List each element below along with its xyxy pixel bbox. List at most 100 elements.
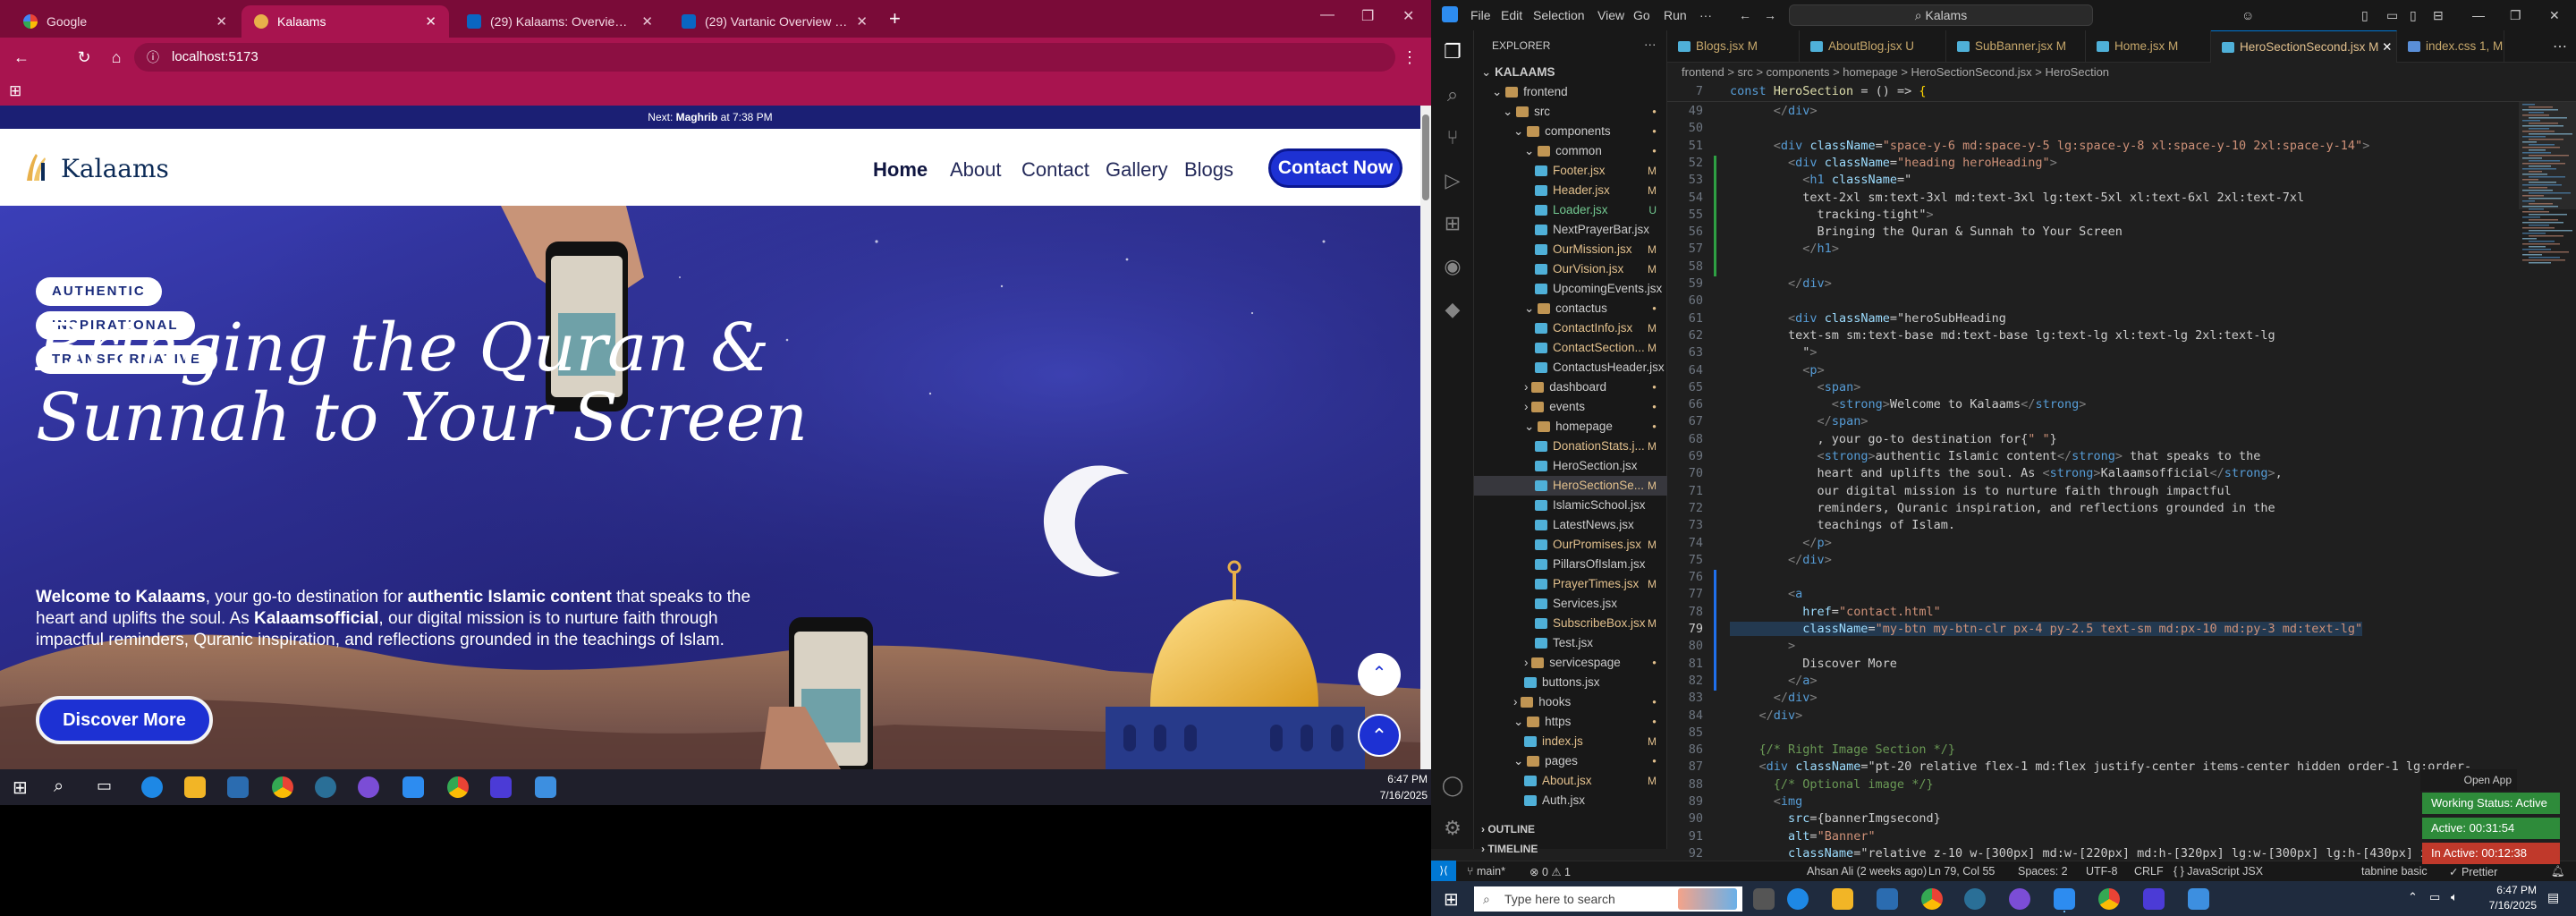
contact-now-button[interactable]: Contact Now <box>1268 148 1402 188</box>
remote-indicator[interactable]: ⟩⟨ <box>1431 861 1456 881</box>
nav-about[interactable]: About <box>950 158 1002 182</box>
tree-folder[interactable]: › dashboard ● <box>1474 377 1667 397</box>
tree-file[interactable]: HeroSectionSe... M <box>1474 476 1667 496</box>
more-actions-icon[interactable]: ··· <box>1644 38 1657 51</box>
kebab-menu-icon[interactable]: ⋮ <box>1399 47 1420 68</box>
notifications-bell-icon[interactable]: 🔔︎ <box>2551 865 2565 878</box>
nav-blogs[interactable]: Blogs <box>1184 158 1233 182</box>
github-desktop-icon[interactable] <box>2009 888 2030 910</box>
close-window-icon[interactable]: ✕ <box>2549 8 2560 23</box>
tree-file[interactable]: Loader.jsx U <box>1474 200 1667 220</box>
indentation[interactable]: Spaces: 2 <box>2018 865 2068 878</box>
discover-more-button[interactable]: Discover More <box>36 696 213 744</box>
remote-desktop-icon[interactable] <box>2188 888 2209 910</box>
chrome-profile-icon[interactable] <box>447 776 469 798</box>
run-debug-icon[interactable]: ▷ <box>1440 168 1465 193</box>
tree-file[interactable]: IslamicSchool.jsx <box>1474 496 1667 515</box>
tree-file[interactable]: buttons.jsx <box>1474 673 1667 692</box>
back-icon[interactable]: ← <box>11 47 32 68</box>
tab-actions-icon[interactable]: ⋯ <box>2553 38 2567 55</box>
copilot-icon[interactable]: ☺ <box>2241 8 2254 22</box>
url-field[interactable]: ⓘ localhost:5173 <box>134 43 1395 72</box>
volume-icon[interactable]: 🔈︎ <box>2451 890 2458 904</box>
tree-file[interactable]: HeroSection.jsx <box>1474 456 1667 476</box>
tree-folder[interactable]: ⌄ pages ● <box>1474 751 1667 771</box>
tree-file[interactable]: Auth.jsx <box>1474 791 1667 810</box>
outline-section[interactable]: › OUTLINE <box>1481 823 1535 835</box>
close-icon[interactable]: ✕ <box>425 13 436 30</box>
vscode-icon[interactable] <box>402 776 424 798</box>
tree-folder[interactable]: ⌄ https ● <box>1474 712 1667 732</box>
scroll-top-button[interactable]: ⌃ <box>1358 714 1401 757</box>
search-icon[interactable]: ⌕ <box>54 776 64 797</box>
file-explorer-icon[interactable] <box>184 776 206 798</box>
tree-folder[interactable]: › servicespage ● <box>1474 653 1667 673</box>
settings-gear-icon[interactable]: ⚙ <box>1440 816 1465 841</box>
tree-file[interactable]: Footer.jsx M <box>1474 161 1667 181</box>
edge-icon[interactable] <box>141 776 163 798</box>
menu-edit[interactable]: Edit <box>1501 8 1522 22</box>
editor-tab[interactable]: index.css 1, M <box>2397 30 2504 63</box>
breadcrumb[interactable]: frontend > src > components > homepage >… <box>1667 63 2576 82</box>
tree-file[interactable]: OurPromises.jsx M <box>1474 535 1667 555</box>
app-icon[interactable] <box>315 776 336 798</box>
tray-chevron-icon[interactable]: ⌃ <box>2408 890 2418 904</box>
tree-file[interactable]: DonationStats.j... M <box>1474 437 1667 456</box>
nav-contact[interactable]: Contact <box>1021 158 1089 182</box>
nav-back-icon[interactable]: ← <box>1739 8 1751 22</box>
close-icon[interactable]: ✕ <box>641 13 653 30</box>
tab-linkedin-vartanic[interactable]: (29) Vartanic Overview | LinkedIn ✕ <box>669 5 880 38</box>
command-center-search[interactable]: ⌕ Kalams <box>1789 4 2093 26</box>
toggle-sidebar-icon[interactable]: ▯ <box>2361 8 2368 23</box>
zoom-icon[interactable] <box>2143 888 2165 910</box>
menu-view[interactable]: View <box>1597 8 1624 22</box>
tree-folder[interactable]: ⌄ frontend <box>1474 82 1667 102</box>
tree-file[interactable]: PrayerTimes.jsx M <box>1474 574 1667 594</box>
menu-more[interactable]: ··· <box>1699 8 1712 22</box>
tree-file[interactable]: Header.jsx M <box>1474 181 1667 200</box>
github-desktop-icon[interactable] <box>358 776 379 798</box>
tree-folder[interactable]: › hooks ● <box>1474 692 1667 712</box>
minimize-icon[interactable]: — <box>2472 8 2485 22</box>
source-control-icon[interactable]: ⑂ <box>1440 125 1465 150</box>
tree-file[interactable]: LatestNews.jsx <box>1474 515 1667 535</box>
tree-file[interactable]: SubscribeBox.jsx M <box>1474 614 1667 633</box>
close-icon[interactable]: ✕ <box>856 13 868 30</box>
tab-kalaams[interactable]: Kalaams ✕ <box>242 5 449 38</box>
close-icon[interactable]: ✕ <box>216 13 227 30</box>
timeline-section[interactable]: › TIMELINE <box>1481 843 1538 855</box>
taskbar-search-field[interactable]: ⌕ Type here to search <box>1474 886 1742 912</box>
tree-file[interactable]: ContactusHeader.jsx <box>1474 358 1667 377</box>
zoom-icon[interactable] <box>490 776 512 798</box>
system-clock[interactable]: 6:47 PM 7/16/2025 <box>2478 883 2537 913</box>
apps-grid-icon[interactable]: ⊞ <box>9 82 21 100</box>
notification-center-icon[interactable]: ▤ <box>2547 890 2559 905</box>
line-ending[interactable]: CRLF <box>2134 865 2164 878</box>
chrome-icon[interactable] <box>272 776 293 798</box>
tree-file[interactable]: ContactInfo.jsx M <box>1474 318 1667 338</box>
tree-file[interactable]: Services.jsx <box>1474 594 1667 614</box>
tab-linkedin-kalaams[interactable]: (29) Kalaams: Overview | LinkedIn ✕ <box>454 5 665 38</box>
editor-tab[interactable]: AboutBlog.jsx U <box>1800 30 1946 63</box>
store-icon[interactable] <box>227 776 249 798</box>
tab-google[interactable]: Google ✕ <box>11 5 240 38</box>
app-icon[interactable] <box>1964 888 1986 910</box>
home-icon[interactable]: ⌂ <box>106 47 127 68</box>
tree-file[interactable]: UpcomingEvents.jsx <box>1474 279 1667 299</box>
tree-folder[interactable]: ⌄ src ● <box>1474 102 1667 122</box>
chrome-profile-icon[interactable] <box>2098 888 2120 910</box>
close-window-icon[interactable]: ✕ <box>1402 7 1414 25</box>
tree-folder[interactable]: ⌄ common ● <box>1474 141 1667 161</box>
tree-file[interactable]: OurMission.jsx M <box>1474 240 1667 259</box>
menu-go[interactable]: Go <box>1633 8 1650 22</box>
scroll-top-outline-button[interactable]: ⌃ <box>1358 653 1401 696</box>
nav-gallery[interactable]: Gallery <box>1106 158 1168 182</box>
scrollbar-thumb[interactable] <box>1422 114 1429 200</box>
site-info-icon[interactable]: ⓘ <box>147 43 159 72</box>
mongodb-icon[interactable]: ◆ <box>1440 297 1465 322</box>
nav-home[interactable]: Home <box>873 158 928 182</box>
windows-start-icon[interactable]: ⊞ <box>1444 888 1459 911</box>
tree-folder[interactable]: › events ● <box>1474 397 1667 417</box>
remote-desktop-icon[interactable] <box>535 776 556 798</box>
tree-root[interactable]: ⌄ KALAAMS <box>1474 63 1667 82</box>
